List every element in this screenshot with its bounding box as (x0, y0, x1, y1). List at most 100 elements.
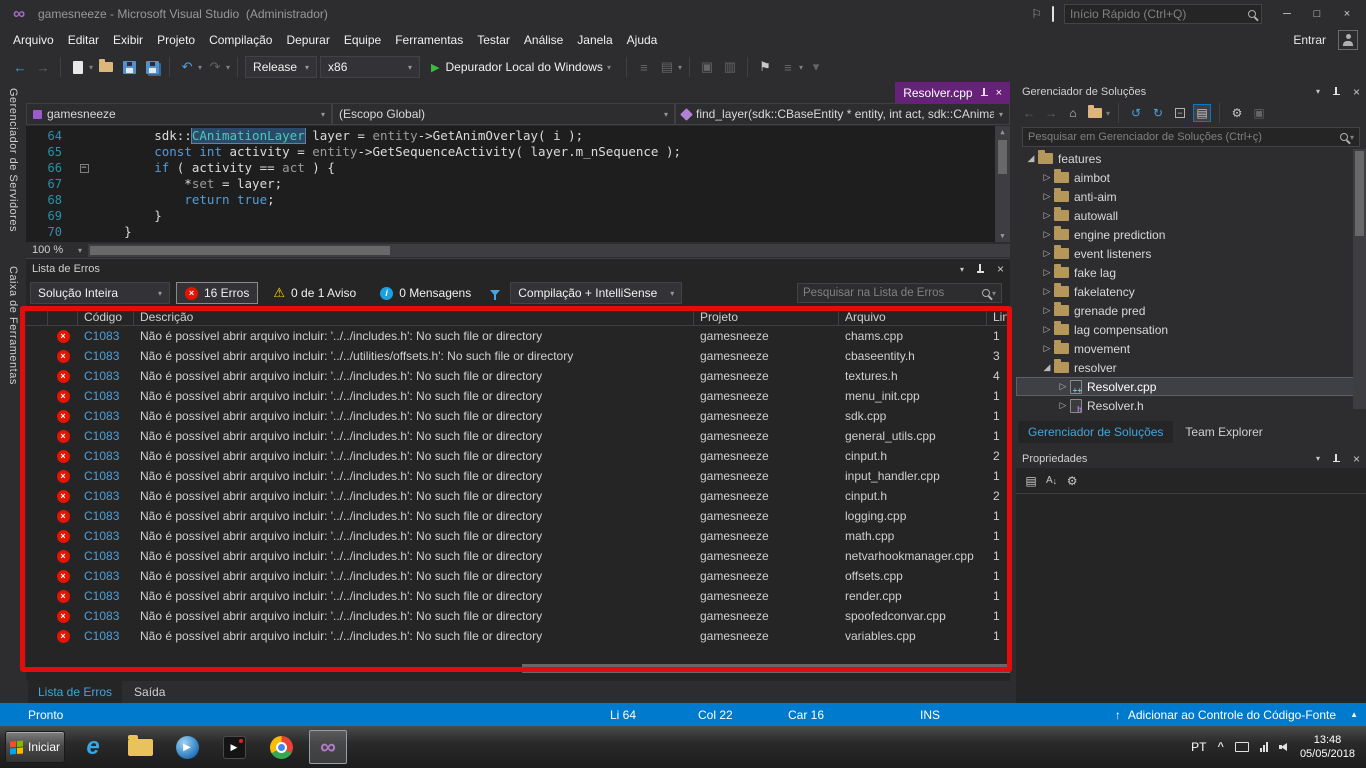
tree-item-resolver-cpp[interactable]: ▷ ++ Resolver.cpp (1016, 377, 1366, 396)
fold-collapse-icon[interactable]: − (79, 163, 89, 173)
network-tray-icon[interactable] (1259, 742, 1268, 752)
error-code-link[interactable]: C1083 (78, 629, 134, 643)
error-code-link[interactable]: C1083 (78, 369, 134, 383)
side-tab-caixa-de-ferramentas[interactable]: Caixa de Ferramentas (7, 266, 19, 385)
tab-output[interactable]: Saída (124, 681, 175, 703)
tree-item-fake-lag[interactable]: ▷ fake lag (1016, 263, 1366, 282)
code-text[interactable]: } (94, 208, 1010, 224)
comment-icon[interactable]: ≡ (778, 56, 798, 78)
zoom-dropdown[interactable]: 100 % ▾ (26, 242, 88, 258)
error-scope-dropdown[interactable]: Solução Inteira ▾ (30, 282, 170, 304)
language-indicator[interactable]: PT (1191, 740, 1206, 754)
code-text[interactable]: if ( activity == act ) { (94, 160, 1010, 176)
error-code-link[interactable]: C1083 (78, 609, 134, 623)
error-row[interactable]: × C1083 Não é possível abrir arquivo inclu… (26, 526, 1010, 546)
tree-item-lag-compensation[interactable]: ▷ lag compensation (1016, 320, 1366, 339)
menu-item-arquivo[interactable]: Arquivo (6, 29, 61, 51)
error-code-link[interactable]: C1083 (78, 329, 134, 343)
pin-icon[interactable] (1332, 453, 1341, 464)
warnings-filter-button[interactable]: ⚠ 0 de 1 Aviso (264, 281, 365, 305)
tab-solution-explorer[interactable]: Gerenciador de Soluções (1018, 421, 1174, 443)
header-file[interactable]: Arquivo (839, 308, 987, 325)
header-description[interactable]: Descrição (134, 308, 694, 325)
side-tab-gerenciador-de-servidores[interactable]: Gerenciador de Servidores (7, 88, 19, 232)
save-all-icon[interactable] (142, 56, 162, 78)
sign-in-link[interactable]: Entrar (1293, 33, 1326, 47)
title-bar[interactable]: ∞ gamesneeze - Microsoft Visual Studio (… (0, 0, 1366, 28)
taskbar-video-tool-icon[interactable]: ▶ (215, 730, 253, 764)
toolbox-icon[interactable]: ▥ (720, 56, 740, 78)
redo-icon[interactable]: ↷ (205, 56, 225, 78)
quick-launch-box[interactable] (1064, 4, 1262, 24)
properties-gear-icon[interactable]: ⚙ (1228, 104, 1246, 122)
tree-arrow-icon[interactable]: ▷ (1040, 305, 1054, 316)
error-code-link[interactable]: C1083 (78, 349, 134, 363)
save-icon[interactable] (119, 56, 139, 78)
show-all-files-icon[interactable]: ▤ (1193, 104, 1212, 122)
errors-filter-button[interactable]: × 16 Erros (176, 282, 259, 304)
feedback-icon[interactable] (1052, 6, 1054, 22)
statusbar-expand-icon[interactable]: ▲ (1350, 710, 1358, 719)
solution-explorer-caption[interactable]: Gerenciador de Soluções ▾ × (1016, 82, 1366, 101)
scrollbar-thumb[interactable] (90, 245, 390, 255)
error-row[interactable]: × C1083 Não é possível abrir arquivo inclu… (26, 566, 1010, 586)
error-code-link[interactable]: C1083 (78, 509, 134, 523)
code-editor[interactable]: 64 sdk::CAnimationLayer layer = entity->… (26, 126, 1010, 242)
project-dropdown[interactable]: gamesneeze ▾ (26, 103, 332, 125)
pin-icon[interactable] (976, 264, 985, 274)
menu-item-an-lise[interactable]: Análise (517, 29, 570, 51)
error-code-link[interactable]: C1083 (78, 389, 134, 403)
header-line[interactable]: Linha (987, 308, 1010, 325)
taskbar-media-player-icon[interactable]: ▶ (168, 730, 206, 764)
header-code[interactable]: Código (78, 308, 134, 325)
scroll-up-icon[interactable]: ▲ (1000, 126, 1004, 138)
maximize-button[interactable]: □ (1302, 3, 1332, 25)
preview-selected-icon[interactable]: ▣ (1250, 104, 1268, 122)
error-row[interactable]: × C1083 Não é possível abrir arquivo inclu… (26, 466, 1010, 486)
menu-item-exibir[interactable]: Exibir (106, 29, 150, 51)
tree-arrow-icon[interactable]: ▷ (1040, 267, 1054, 278)
code-text[interactable]: *set = layer; (94, 176, 1010, 192)
new-file-icon[interactable] (68, 56, 88, 78)
error-code-link[interactable]: C1083 (78, 489, 134, 503)
collapse-all-icon[interactable]: − (1171, 104, 1189, 122)
close-panel-icon[interactable]: × (1353, 85, 1360, 99)
home-icon[interactable]: ⌂ (1064, 104, 1082, 122)
list-members-icon[interactable]: ≡ (634, 56, 654, 78)
tree-item-anti-aim[interactable]: ▷ anti-aim (1016, 187, 1366, 206)
tab-error-list[interactable]: Lista de Erros (28, 681, 123, 703)
tree-scrollbar[interactable] (1353, 149, 1366, 409)
tree-item-grenade-pred[interactable]: ▷ grenade pred (1016, 301, 1366, 320)
error-row[interactable]: × C1083 Não é possível abrir arquivo inclu… (26, 366, 1010, 386)
tree-arrow-icon[interactable]: ◢ (1024, 153, 1038, 164)
tree-item-autowall[interactable]: ▷ autowall (1016, 206, 1366, 225)
error-code-link[interactable]: C1083 (78, 549, 134, 563)
tree-arrow-icon[interactable]: ◢ (1040, 362, 1054, 373)
close-panel-icon[interactable]: × (997, 262, 1004, 276)
taskbar-ie-icon[interactable]: e (74, 730, 112, 764)
tree-item-event-listeners[interactable]: ▷ event listeners (1016, 244, 1366, 263)
scope-filter-icon[interactable] (1086, 104, 1104, 122)
tree-arrow-icon[interactable]: ▷ (1040, 229, 1054, 240)
quick-launch-input[interactable] (1070, 7, 1244, 21)
tree-arrow-icon[interactable]: ▷ (1056, 381, 1070, 392)
header-severity[interactable] (48, 308, 78, 325)
notifications-flag-icon[interactable]: ⚐ (1031, 7, 1042, 21)
error-row[interactable]: × C1083 Não é possível abrir arquivo inclu… (26, 506, 1010, 526)
error-row[interactable]: × C1083 Não é possível abrir arquivo inclu… (26, 406, 1010, 426)
bookmark-icon[interactable]: ⚑ (755, 56, 775, 78)
window-position-icon[interactable]: ▾ (1316, 454, 1320, 463)
error-row[interactable]: × C1083 Não é possível abrir arquivo inclu… (26, 346, 1010, 366)
scrollbar-thumb[interactable] (998, 140, 1007, 174)
start-button[interactable]: Iniciar (5, 731, 65, 763)
code-text[interactable]: return true; (94, 192, 1010, 208)
menu-item-ferramentas[interactable]: Ferramentas (388, 29, 470, 51)
code-text[interactable]: sdk::CAnimationLayer layer = entity->Get… (94, 128, 1010, 144)
tree-item-features[interactable]: ◢ features (1016, 149, 1366, 168)
error-row[interactable]: × C1083 Não é possível abrir arquivo inclu… (26, 386, 1010, 406)
error-row[interactable]: × C1083 Não é possível abrir arquivo inclu… (26, 626, 1010, 646)
error-code-link[interactable]: C1083 (78, 449, 134, 463)
user-avatar-icon[interactable] (1338, 30, 1358, 50)
properties-window-icon[interactable]: ▣ (697, 56, 717, 78)
error-row[interactable]: × C1083 Não é possível abrir arquivo inclu… (26, 586, 1010, 606)
